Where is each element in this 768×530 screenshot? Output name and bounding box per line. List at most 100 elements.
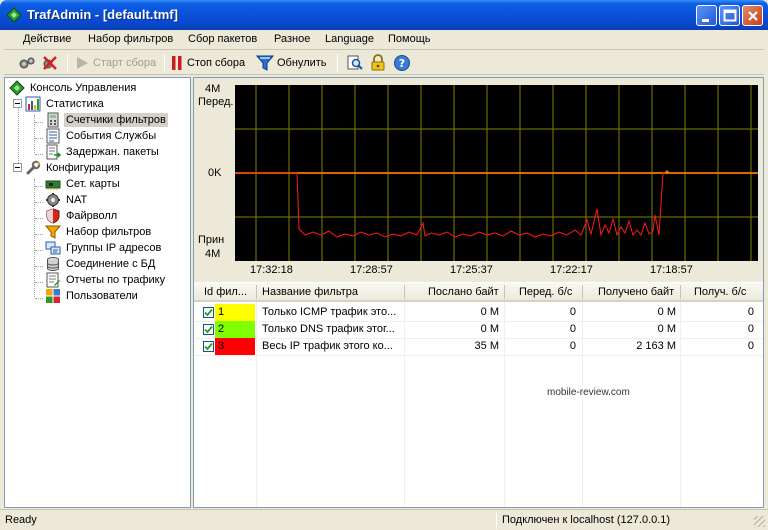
tree-label: События Службы — [66, 130, 157, 142]
tree-label: Конфигурация — [46, 162, 120, 174]
toolbar: Старт сбора Стоп сбора Обнулить ? — [4, 51, 764, 75]
title-bar: TrafAdmin - [default.tmf] — [0, 0, 768, 30]
chart-plot — [235, 85, 758, 261]
column-resize-handle[interactable] — [680, 285, 681, 299]
magnifier-icon — [347, 55, 363, 70]
tree-item-network-cards[interactable]: Сет. карты — [45, 176, 122, 192]
time-label: 17:32:18 — [250, 264, 293, 276]
menu-language[interactable]: Language — [325, 33, 374, 45]
checkmark-icon — [204, 308, 213, 317]
cell-send-rate: 0 — [569, 323, 576, 335]
table-row[interactable]: 3 Весь IP трафик этого ко... 35 M 0 2 16… — [194, 338, 763, 355]
time-label: 17:25:37 — [450, 264, 493, 276]
help-button[interactable]: ? — [393, 54, 411, 72]
tree-label: Отчеты по трафику — [66, 274, 166, 286]
collapse-toggle[interactable] — [13, 163, 22, 172]
cell-recv-rate: 0 — [747, 340, 754, 352]
tree-item-console-root[interactable]: Консоль Управления — [9, 80, 138, 96]
tree-connector — [35, 266, 43, 267]
menu-help[interactable]: Помощь — [388, 33, 431, 45]
tree-item-db-connection[interactable]: Соединение с БД — [45, 256, 157, 272]
column-header-id[interactable]: Id фил... — [204, 286, 247, 298]
tree-item-ip-groups[interactable]: Группы IP адресов — [45, 240, 163, 256]
minimize-icon — [702, 19, 709, 22]
tree-item-traffic-reports[interactable]: Отчеты по трафику — [45, 272, 167, 288]
cell-send-rate: 0 — [569, 340, 576, 352]
column-resize-handle[interactable] — [582, 285, 583, 299]
resize-grip[interactable] — [754, 516, 765, 527]
chart-top-value: 4M — [205, 83, 221, 95]
menu-packet-capture[interactable]: Сбор пакетов — [188, 33, 257, 45]
column-resize-handle[interactable] — [404, 285, 405, 299]
toolbar-separator — [67, 54, 68, 72]
collapse-toggle[interactable] — [13, 99, 22, 108]
tree-label: Консоль Управления — [30, 82, 137, 94]
tree-item-firewall[interactable]: Файрволл — [45, 208, 119, 224]
console-tree: Консоль Управления Статистика Счетчики ф… — [4, 77, 191, 508]
tree-connector — [35, 138, 43, 139]
row-enable-checkbox[interactable] — [203, 307, 214, 318]
tree-item-filter-set[interactable]: Набор фильтров — [45, 224, 153, 240]
play-icon — [77, 57, 88, 69]
tree-item-service-events[interactable]: События Службы — [45, 128, 158, 144]
column-header-send-rate[interactable]: Перед. б/с — [519, 286, 572, 298]
cell-received: 0 M — [657, 323, 676, 335]
menu-filter-set[interactable]: Набор фильтров — [88, 33, 173, 45]
disconnect-button[interactable] — [41, 54, 59, 72]
close-button[interactable] — [742, 5, 763, 26]
time-label: 17:28:57 — [350, 264, 393, 276]
tree-label: Файрволл — [66, 210, 118, 222]
menu-misc[interactable]: Разное — [274, 33, 310, 45]
svg-text:?: ? — [399, 57, 405, 70]
column-header-recv-rate[interactable]: Получ. б/с — [694, 286, 746, 298]
table-row[interactable]: 1 Только ICMP трафик это... 0 M 0 0 M 0 — [194, 304, 763, 321]
connection-status: Подключен к localhost (127.0.0.1) — [502, 514, 671, 526]
row-enable-checkbox[interactable] — [203, 324, 214, 335]
tree-connector — [35, 234, 43, 235]
menu-action[interactable]: Действие — [23, 33, 71, 45]
chart-bottom-value: 4M — [205, 248, 221, 260]
cell-received: 2 163 M — [636, 340, 676, 352]
column-resize-handle[interactable] — [256, 285, 257, 299]
stop-capture-label: Стоп сбора — [187, 57, 246, 69]
cell-recv-rate: 0 — [747, 306, 754, 318]
tree-item-statistics[interactable]: Статистика — [25, 96, 106, 112]
ip-group-icon — [45, 241, 61, 255]
stop-capture-button[interactable]: Стоп сбора — [170, 54, 245, 72]
reset-button[interactable]: Обнулить — [256, 54, 327, 72]
pause-icon — [172, 56, 182, 70]
time-label: 17:22:17 — [550, 264, 593, 276]
tree-item-held-packets[interactable]: Задержан. пакеты — [45, 144, 161, 160]
table-row[interactable]: 2 Только DNS трафик этог... 0 M 0 0 M 0 — [194, 321, 763, 338]
chart-top-label: Перед. — [198, 96, 234, 108]
row-enable-checkbox[interactable] — [203, 341, 214, 352]
start-capture-button[interactable]: Старт сбора — [74, 54, 156, 72]
tree-connector — [35, 202, 43, 203]
cell-id: 1 — [218, 306, 225, 318]
database-icon — [47, 257, 59, 271]
column-resize-handle[interactable] — [504, 285, 505, 299]
cell-send-rate: 0 — [569, 306, 576, 318]
calculator-icon — [47, 112, 59, 128]
tree-connector — [35, 250, 43, 251]
column-header-received[interactable]: Получено байт — [598, 286, 674, 298]
traffic-chart: 4M Перед. 0K Прин 4M 17:32:18 17:28:57 1… — [194, 78, 763, 282]
tree-item-configuration[interactable]: Конфигурация — [25, 160, 122, 176]
status-divider — [496, 512, 497, 529]
column-header-sent[interactable]: Послано байт — [428, 286, 499, 298]
tree-connector — [35, 298, 43, 299]
connect-button[interactable] — [18, 54, 36, 72]
maximize-button[interactable] — [719, 5, 740, 26]
cell-id: 2 — [218, 323, 225, 335]
lock-button[interactable] — [369, 54, 387, 72]
receive-series-line — [235, 172, 665, 238]
find-button[interactable] — [346, 54, 364, 72]
menu-bar: Действие Набор фильтров Сбор пакетов Раз… — [4, 30, 764, 50]
tree-item-users[interactable]: Пользователи — [45, 288, 140, 304]
tree-item-filter-counters[interactable]: Счетчики фильтров — [45, 112, 168, 128]
column-header-name[interactable]: Название фильтра — [262, 286, 358, 298]
cell-recv-rate: 0 — [747, 323, 754, 335]
tree-connector — [35, 218, 43, 219]
minimize-button[interactable] — [696, 5, 717, 26]
tree-item-nat[interactable]: NAT — [45, 192, 89, 208]
